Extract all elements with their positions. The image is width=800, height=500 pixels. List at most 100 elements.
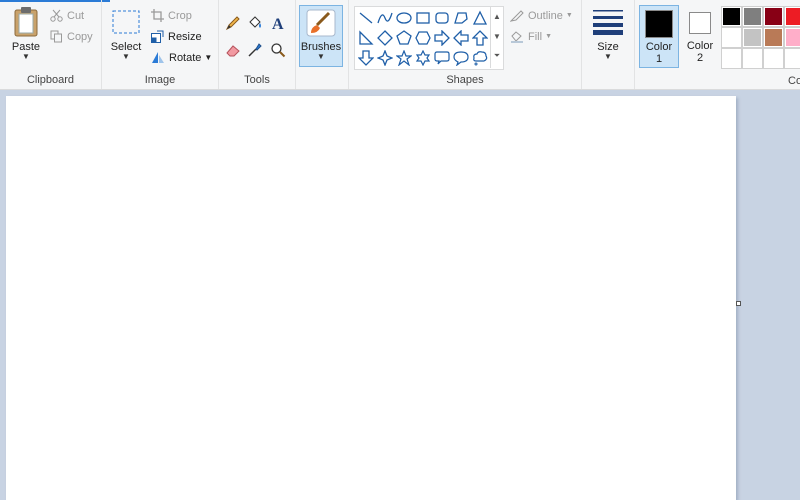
curve-shape[interactable] [376,9,394,27]
tools-group: A Tools [219,0,296,89]
ribbon: Paste ▼ Cut Copy Clipboard Select ▼ Crop… [0,0,800,90]
hexagon-shape[interactable] [414,29,432,47]
triangle-icon [472,10,488,25]
shapes-scroll-down-icon[interactable]: ▼ [491,26,503,46]
color-picker-icon [248,43,262,57]
outline-label: Outline [528,9,563,22]
drawing-canvas[interactable] [6,96,736,500]
clipboard-group-label: Clipboard [26,74,75,86]
right-arrow-shape[interactable] [433,29,451,47]
image-group: Select ▼ Crop Resize Rotate ▼ Image [102,0,219,89]
color-picker-tool[interactable] [244,40,266,60]
palette-color[interactable] [742,6,763,27]
diamond-shape[interactable] [376,29,394,47]
rectangle-shape[interactable] [414,9,432,27]
canvas-resize-handle[interactable] [736,301,741,306]
oval-shape[interactable] [395,9,413,27]
brushes-button[interactable]: Brushes ▼ [299,5,343,67]
copy-button[interactable]: Copy [50,30,93,43]
five-point-star-icon [396,50,412,66]
rotate-label: Rotate [169,51,202,64]
color2-label: Color [686,40,714,52]
triangle-shape[interactable] [471,9,489,27]
up-arrow-icon [472,30,488,46]
palette-color[interactable] [784,6,800,27]
resize-label: Resize [168,30,202,43]
curve-icon [377,12,393,24]
fill-tool[interactable] [244,13,266,33]
color2-number: 2 [696,52,704,64]
palette-swatch [786,29,800,46]
pentagon-shape[interactable] [395,29,413,47]
magnifier-icon [271,43,286,58]
outline-dropdown-icon[interactable]: ▼ [566,12,573,19]
six-point-star-shape[interactable] [414,49,432,67]
rotate-dropdown-icon[interactable]: ▼ [204,53,212,62]
palette-color[interactable] [742,27,763,48]
left-arrow-shape[interactable] [452,29,470,47]
fill-button[interactable]: Fill ▼ [510,30,552,43]
palette-color[interactable] [763,27,784,48]
custom-color-slot[interactable] [763,48,784,69]
cloud-callout-shape[interactable] [471,49,489,67]
five-point-star-shape[interactable] [395,49,413,67]
select-button[interactable]: Select ▼ [107,9,145,61]
four-point-star-icon [377,50,393,66]
shapes-scroll-up-icon[interactable]: ▲ [491,6,503,26]
pencil-tool[interactable] [222,13,244,33]
copy-icon [50,30,62,43]
outline-brush-icon [510,10,524,22]
rounded-rectangle-icon [435,12,449,24]
resize-icon [151,30,164,43]
left-arrow-icon [453,30,469,46]
four-point-star-shape[interactable] [376,49,394,67]
palette-color[interactable] [721,6,742,27]
right-triangle-shape[interactable] [357,29,375,47]
size-dropdown-icon[interactable]: ▼ [588,53,628,61]
custom-color-slot[interactable] [784,48,800,69]
palette-color[interactable] [784,27,800,48]
palette-swatch [765,29,782,46]
tools-group-label: Tools [244,74,270,86]
rounded-callout-shape[interactable] [433,49,451,67]
color1-label: Color [645,41,673,53]
rectangle-icon [416,12,430,24]
up-arrow-shape[interactable] [471,29,489,47]
down-arrow-icon [358,50,374,66]
cut-label: Cut [67,9,85,22]
custom-color-slot[interactable] [721,48,742,69]
line-shape[interactable] [357,9,375,27]
select-dropdown-icon[interactable]: ▼ [107,53,145,61]
eraser-tool[interactable] [222,40,244,60]
fill-dropdown-icon[interactable]: ▼ [545,33,552,40]
cut-button[interactable]: Cut [50,9,84,22]
color1-number: 1 [655,53,663,65]
outline-button[interactable]: Outline ▼ [510,9,573,22]
palette-swatch [765,8,782,25]
oval-callout-shape[interactable] [452,49,470,67]
six-point-star-icon [415,50,431,66]
line-icon [359,12,373,24]
pentagon-icon [396,30,412,45]
resize-button[interactable]: Resize [151,30,202,43]
color1-button[interactable]: Color 1 [639,5,679,68]
down-arrow-shape[interactable] [357,49,375,67]
color2-button[interactable]: Color 2 [681,5,719,68]
custom-color-slot[interactable] [742,48,763,69]
palette-color[interactable] [763,6,784,27]
size-button[interactable]: Size ▼ [588,6,628,61]
polygon-icon [454,12,468,24]
paste-dropdown-icon[interactable]: ▼ [6,53,46,61]
palette-swatch [723,8,740,25]
text-tool[interactable]: A [267,13,289,33]
brushes-dropdown-icon[interactable]: ▼ [300,53,342,61]
rounded-rectangle-shape[interactable] [433,9,451,27]
magnifier-tool[interactable] [267,40,289,60]
palette-color[interactable] [721,27,742,48]
shapes-expand-icon[interactable]: ⏷ [491,46,503,66]
crop-button[interactable]: Crop [151,9,192,22]
paste-button[interactable]: Paste ▼ [6,6,46,61]
rotate-button[interactable]: Rotate ▼ [151,51,212,64]
polygon-shape[interactable] [452,9,470,27]
shapes-scroll: ▲ ▼ ⏷ [490,6,503,68]
